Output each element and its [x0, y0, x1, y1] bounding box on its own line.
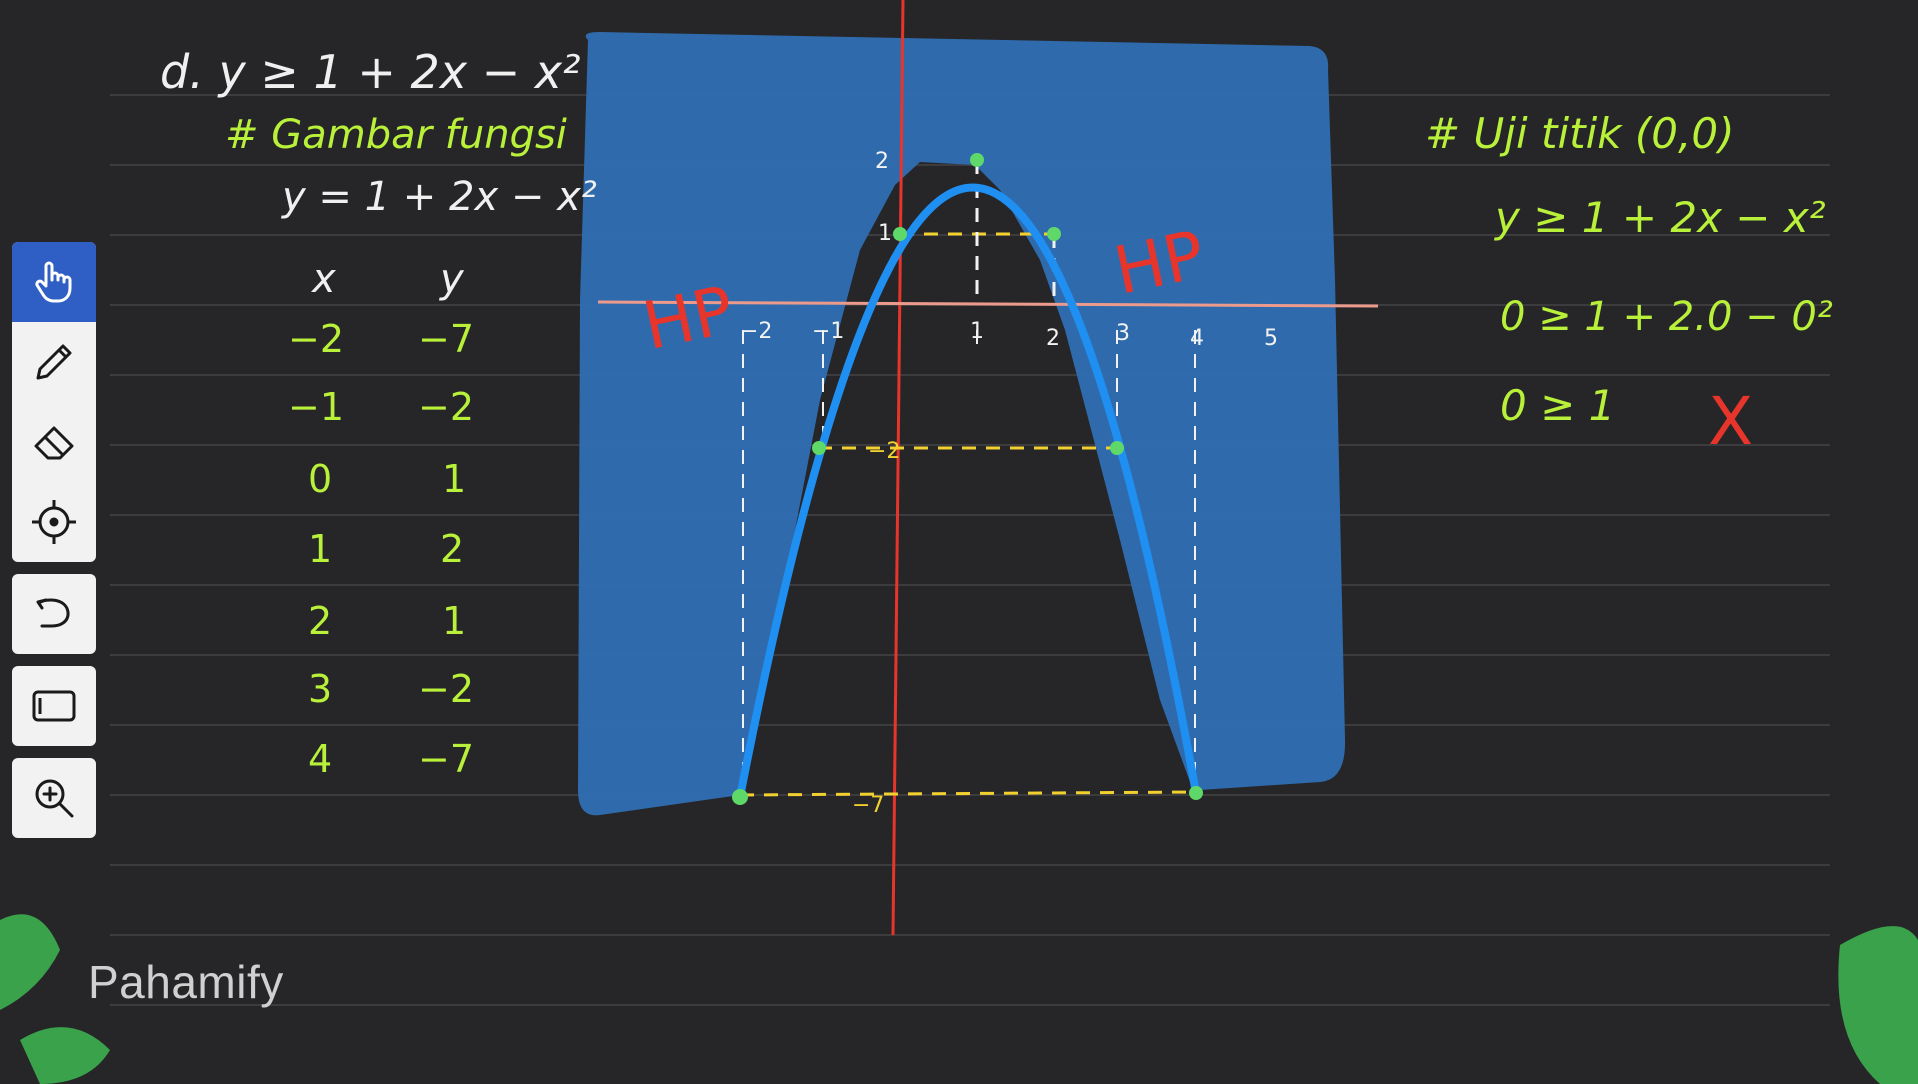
x-tick-label: −1	[812, 319, 844, 344]
pen-tool[interactable]	[12, 322, 96, 402]
table-cell-y: 2	[440, 527, 464, 571]
eraser-icon	[34, 426, 74, 460]
right-notes: # Uji titik (0,0) y ≥ 1 + 2x − x² 0 ≥ 1 …	[1425, 109, 1833, 460]
function-equation: y = 1 + 2x − x²	[281, 174, 597, 220]
tool-group-main	[12, 242, 96, 562]
test-line-2: 0 ≥ 1 + 2.0 − 0²	[1500, 294, 1833, 340]
point	[893, 227, 907, 241]
pahamify-logo: Pahamify	[88, 955, 284, 1009]
x-tick-label: 5	[1264, 326, 1278, 351]
logo-text: Pahamify	[88, 956, 284, 1008]
point	[732, 789, 748, 805]
table-cell-x: 1	[308, 527, 332, 571]
table-cell-y: 1	[442, 457, 466, 501]
leaf-decoration	[0, 914, 1918, 1084]
point	[812, 441, 826, 455]
table-cell-y: 1	[442, 599, 466, 643]
left-notes: d. y ≥ 1 + 2x − x² # Gambar fungsi y = 1…	[160, 45, 597, 302]
point	[1110, 441, 1124, 455]
table-header-x: x	[310, 256, 336, 302]
undo-button[interactable]	[12, 574, 96, 654]
hand-pointer-icon	[35, 261, 72, 303]
table-cell-y: −7	[418, 737, 474, 781]
rectangle-icon	[32, 690, 76, 722]
whiteboard-canvas[interactable]: −2 −1 1 2 3 4 5 2 1 −2 −7 HP HP d. y ≥ 1…	[0, 0, 1918, 1084]
pencil-icon	[36, 344, 72, 380]
x-tick-label: 1	[970, 319, 984, 344]
table-header-y: y	[439, 256, 465, 302]
table-cell-x: −1	[288, 385, 344, 429]
table-cell-y: −2	[418, 667, 474, 711]
table-cell-y: −7	[418, 317, 474, 361]
x-tick-label: −2	[740, 319, 772, 344]
shape-tool[interactable]	[12, 666, 96, 746]
test-line-3: 0 ≥ 1	[1500, 381, 1615, 430]
eraser-tool[interactable]	[12, 402, 96, 482]
crosshair-icon	[32, 500, 76, 544]
shaded-region	[578, 32, 1346, 816]
problem-statement: d. y ≥ 1 + 2x − x²	[160, 45, 580, 99]
table-cell-x: 2	[308, 599, 332, 643]
table-cell-y: −2	[418, 385, 474, 429]
y-tick-label: 1	[878, 221, 892, 246]
table-cell-x: 3	[308, 667, 332, 711]
notes-heading: # Gambar fungsi	[225, 112, 567, 158]
y-tick-label: −7	[852, 793, 884, 818]
table-cell-x: 4	[308, 737, 332, 781]
zoom-in-icon	[35, 779, 74, 818]
laser-tool[interactable]	[12, 482, 96, 562]
false-mark: X	[1708, 383, 1753, 460]
x-tick-label: 3	[1116, 321, 1130, 346]
x-tick-label: 4	[1190, 326, 1204, 351]
y-tick-label: 2	[875, 149, 889, 174]
point	[1189, 786, 1203, 800]
point	[1047, 227, 1061, 241]
point	[970, 153, 984, 167]
x-tick-label: 2	[1046, 326, 1060, 351]
hand-tool[interactable]	[12, 242, 96, 322]
table-cell-x: 0	[308, 457, 332, 501]
test-point-heading: # Uji titik (0,0)	[1425, 109, 1734, 158]
y-tick-label: −2	[868, 439, 900, 464]
zoom-button[interactable]	[12, 758, 96, 838]
test-line-1: y ≥ 1 + 2x − x²	[1493, 193, 1826, 242]
toolbar	[12, 242, 96, 850]
value-table: −2 −7 −1 −2 0 1 1 2 2 1 3 −2 4 −7	[288, 317, 474, 781]
table-cell-x: −2	[288, 317, 344, 361]
undo-icon	[36, 598, 70, 628]
